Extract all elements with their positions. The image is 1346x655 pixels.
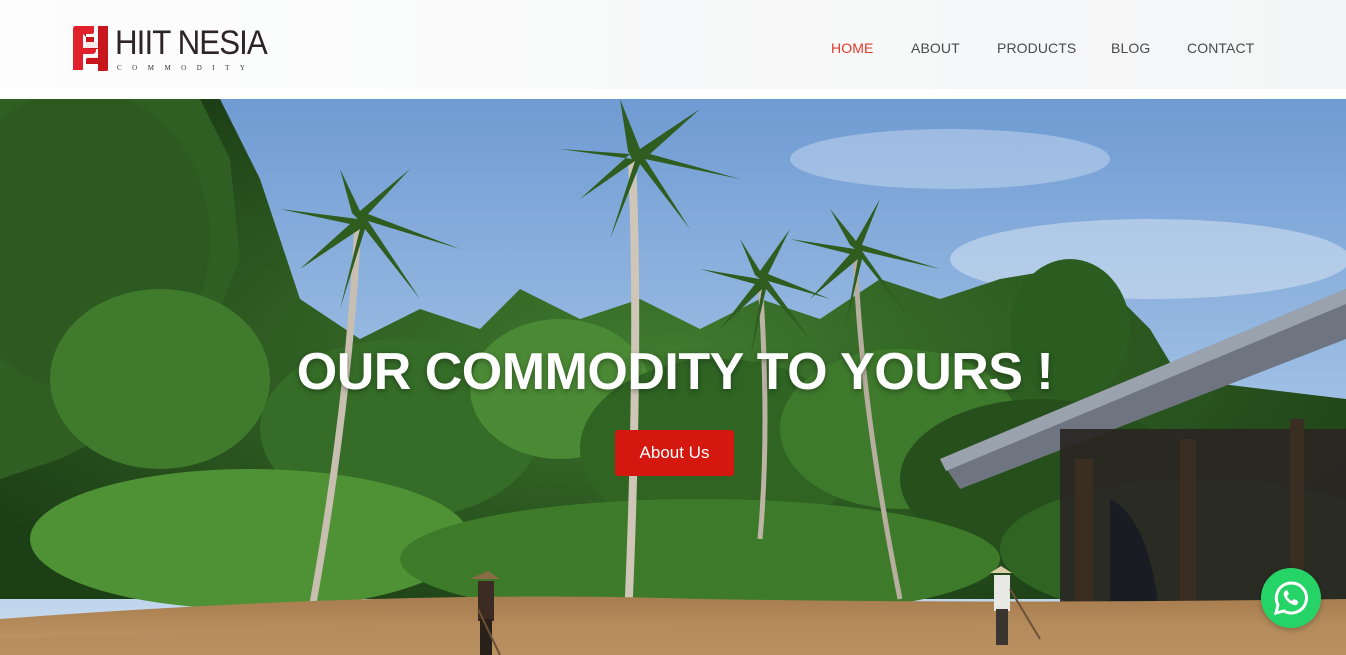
nav-item-contact[interactable]: CONTACT bbox=[1187, 40, 1254, 56]
whatsapp-icon bbox=[1273, 581, 1308, 616]
hero-section: OUR COMMODITY TO YOURS ! About Us bbox=[0, 99, 1346, 655]
brand-tagline: COMMODITY bbox=[117, 64, 256, 72]
nav-item-home[interactable]: HOME bbox=[831, 40, 873, 56]
whatsapp-chat-button[interactable] bbox=[1261, 568, 1321, 628]
header-divider bbox=[0, 89, 1346, 99]
site-header: HIIT NESIA COMMODITY HOME ABOUT PRODUCTS… bbox=[0, 0, 1346, 89]
nav-item-products[interactable]: PRODUCTS bbox=[997, 40, 1076, 56]
nav-item-about[interactable]: ABOUT bbox=[911, 40, 960, 56]
hero-title: OUR COMMODITY TO YOURS ! bbox=[296, 343, 1054, 401]
about-us-button[interactable]: About Us bbox=[615, 430, 734, 476]
nav-item-blog[interactable]: BLOG bbox=[1111, 40, 1150, 56]
main-nav: HOME ABOUT PRODUCTS BLOG CONTACT bbox=[0, 40, 1346, 60]
